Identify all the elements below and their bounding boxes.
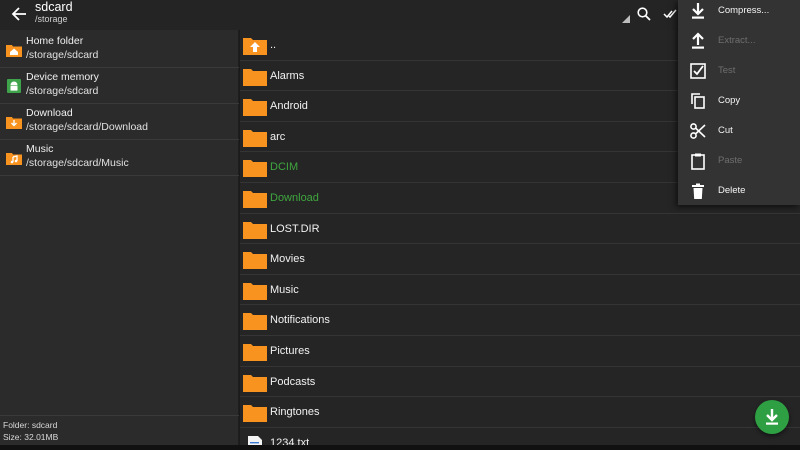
sidebar-item-label: Home folder [26,35,84,47]
menu-item-extract[interactable]: Extract... [678,26,800,56]
file-name: Download [270,192,319,204]
menu-item-label: Delete [718,185,746,196]
menu-item-test[interactable]: Test [678,56,800,86]
checkbox-icon [690,63,706,79]
sidebar-item-path: /storage/sdcard [26,85,99,97]
list-item[interactable]: Podcasts [240,367,800,398]
select-all-icon[interactable] [663,6,679,22]
folder-icon [243,99,267,117]
folder-icon [243,282,267,300]
folder-status: Folder: sdcard Size: 32.01MB [0,415,239,445]
bottom-edge [0,445,800,450]
parent-folder-icon [243,38,267,55]
file-name: arc [270,130,286,143]
file-name: Android [270,100,308,113]
copy-icon [691,93,705,109]
menu-item-label: Paste [718,155,743,166]
list-item[interactable]: Music [240,275,800,306]
file-name: Pictures [270,345,310,357]
music-folder-icon [6,153,22,165]
list-item[interactable]: LOST.DIR [240,214,800,245]
text-file-icon [248,435,262,445]
sidebar-item-home[interactable]: Home folder /storage/sdcard [0,32,239,68]
menu-item-delete[interactable]: Delete [678,176,800,206]
extract-upload-icon [692,32,704,49]
folder-icon [243,68,267,86]
sidebar-item-download[interactable]: Download /storage/sdcard/Download [0,104,239,140]
folder-path: /storage [35,14,68,24]
menu-item-label: Extract... [718,35,756,46]
sidebar-item-music[interactable]: Music /storage/sdcard/Music [0,140,239,176]
menu-item-compress[interactable]: Compress... [678,0,800,26]
folder-icon [243,405,267,423]
menu-item-label: Copy [718,95,741,106]
list-item[interactable]: Ringtones [240,397,800,428]
scissors-icon [690,123,706,139]
menu-item-cut[interactable]: Cut [678,116,800,146]
sidebar: Home folder /storage/sdcard Device memor… [0,30,239,445]
folder-icon [243,252,267,270]
sidebar-item-label: Download [26,107,73,119]
file-name: DCIM [270,161,299,174]
menu-item-copy[interactable]: Copy [678,86,800,116]
back-arrow-icon[interactable] [8,3,30,25]
file-name: Podcasts [270,375,316,388]
search-icon[interactable] [636,6,652,22]
folder-icon [243,374,267,392]
list-item[interactable]: Pictures [240,336,800,367]
folder-icon [243,160,267,178]
file-name: 1234.txt [270,436,310,445]
folder-icon [243,191,267,208]
folder-icon [243,221,267,239]
sidebar-item-label: Music [26,143,54,155]
folder-status-name: Folder: sdcard [3,420,58,430]
file-name: Music [270,283,299,296]
menu-item-label: Test [718,65,736,76]
trash-icon [692,183,704,199]
list-item[interactable]: Notifications [240,305,800,336]
menu-item-paste[interactable]: Paste [678,146,800,176]
sidebar-item-path: /storage/sdcard/Music [26,157,129,169]
sidebar-item-path: /storage/sdcard [26,49,99,61]
folder-status-size: Size: 32.01MB [3,432,59,442]
context-menu: Compress... Extract... Test Copy Cut Pas… [678,0,800,205]
download-icon [766,409,778,425]
home-folder-icon [6,45,22,57]
caret-down-icon[interactable] [622,15,630,23]
compress-download-icon [692,3,704,19]
file-name: Notifications [270,314,330,327]
download-folder-icon [6,117,22,129]
file-name: Ringtones [270,406,320,419]
sidebar-item-device-memory[interactable]: Device memory /storage/sdcard [0,68,239,104]
sidebar-item-label: Device memory [26,71,99,83]
sidebar-item-path: /storage/sdcard/Download [26,121,148,133]
folder-title: sdcard [35,0,73,14]
file-name: .. [270,39,277,51]
clipboard-icon [691,153,705,170]
list-item[interactable]: Movies [240,244,800,275]
android-device-icon [7,79,21,93]
list-item[interactable]: 1234.txt [240,428,800,445]
folder-icon [243,313,267,331]
folder-icon [243,344,267,361]
file-name: Movies [270,253,305,266]
menu-item-label: Compress... [718,5,770,16]
file-name: LOST.DIR [270,222,320,235]
menu-item-label: Cut [718,125,733,136]
folder-icon [243,129,267,147]
file-name: Alarms [270,69,305,82]
download-fab-button[interactable] [755,400,789,434]
